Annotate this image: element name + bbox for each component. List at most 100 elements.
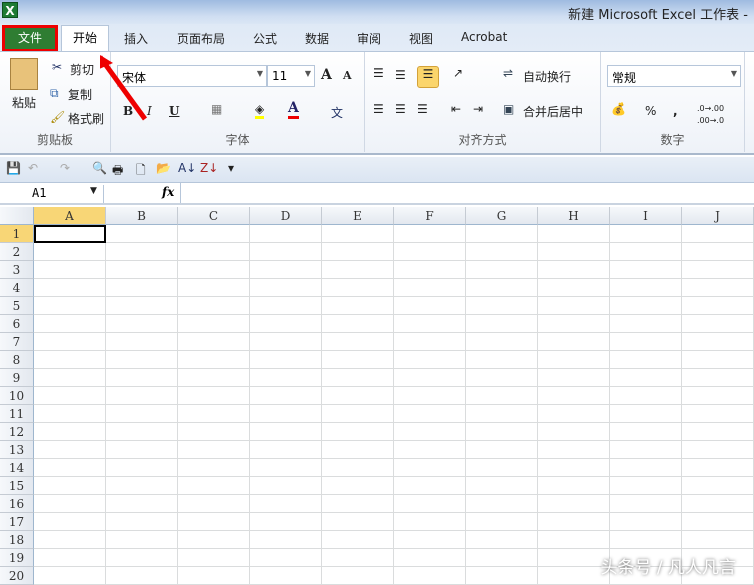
row-header-19[interactable]: 19 [0, 549, 34, 567]
customize-qat-icon[interactable]: ▾ [228, 161, 234, 175]
font-label: 字体 [225, 133, 250, 147]
sort-descending-icon[interactable]: Z↓ [200, 161, 218, 175]
font-color-button[interactable]: A [288, 100, 299, 119]
redo-icon[interactable]: ↷ [60, 161, 70, 175]
tab-page-layout[interactable]: 页面布局 [177, 30, 225, 47]
sort-ascending-icon[interactable]: A↓ [178, 161, 196, 175]
alignment-label: 对齐方式 [458, 133, 507, 147]
open-folder-icon[interactable]: 📂 [156, 161, 171, 175]
shrink-font-button[interactable]: A [343, 69, 352, 82]
select-all-corner[interactable] [0, 207, 34, 225]
row-header-10[interactable]: 10 [0, 387, 34, 405]
merge-center-button[interactable]: 合并后居中 [523, 103, 583, 120]
phonetic-button[interactable]: 文 [331, 104, 343, 121]
tab-home[interactable]: 开始 [61, 25, 109, 52]
row-header-8[interactable]: 8 [0, 351, 34, 369]
currency-icon[interactable]: 💰 [611, 102, 626, 116]
column-header-E[interactable]: E [322, 207, 394, 225]
row-header-2[interactable]: 2 [0, 243, 34, 261]
underline-button[interactable]: U [169, 104, 179, 118]
name-box-dropdown-icon[interactable]: ▼ [90, 186, 97, 196]
tab-acrobat[interactable]: Acrobat [461, 30, 507, 44]
row-header-18[interactable]: 18 [0, 531, 34, 549]
tab-formulas[interactable]: 公式 [253, 30, 277, 47]
column-header-H[interactable]: H [538, 207, 610, 225]
percent-button[interactable]: % [645, 104, 656, 118]
number-format-value: 常规 [612, 71, 637, 85]
save-icon[interactable]: 💾 [6, 161, 21, 175]
column-header-I[interactable]: I [610, 207, 682, 225]
formula-input[interactable] [180, 183, 754, 203]
wrap-text-icon: ⇌ [503, 66, 514, 80]
paste-button[interactable]: 粘贴 [12, 94, 36, 111]
red-arrow-annotation [100, 55, 148, 121]
row-header-12[interactable]: 12 [0, 423, 34, 441]
merge-icon: ▣ [503, 102, 515, 116]
format-painter-button[interactable]: 格式刷 [68, 110, 104, 127]
tab-insert[interactable]: 插入 [124, 30, 148, 47]
align-right-icon[interactable]: ☰ [417, 102, 428, 116]
column-header-D[interactable]: D [250, 207, 322, 225]
row-header-7[interactable]: 7 [0, 333, 34, 351]
row-header-11[interactable]: 11 [0, 405, 34, 423]
print-preview-icon[interactable]: 🔍 [92, 161, 107, 175]
column-header-A[interactable]: A [34, 207, 106, 225]
row-header-14[interactable]: 14 [0, 459, 34, 477]
insert-function-button[interactable]: fx [162, 185, 174, 199]
align-top-icon[interactable]: ☰ [373, 66, 384, 80]
increase-decimal-button[interactable]: .0→.00 [697, 104, 724, 113]
decrease-decimal-button[interactable]: .00→.0 [697, 116, 724, 125]
row-header-6[interactable]: 6 [0, 315, 34, 333]
paste-icon[interactable] [10, 58, 38, 90]
worksheet-grid[interactable]: A B C D E F G H I J 1 2 3 4 5 6 7 8 9 10 11 12 13 14 15 16 17 18 19 2… [0, 207, 754, 585]
align-middle-icon[interactable]: ☰ [395, 68, 406, 82]
number-group: 常规 ▼ 💰 % , .0→.00 .00→.0 数字 [601, 52, 745, 152]
align-left-icon[interactable]: ☰ [373, 102, 384, 116]
column-header-C[interactable]: C [178, 207, 250, 225]
row-header-4[interactable]: 4 [0, 279, 34, 297]
cut-button[interactable]: 剪切 [70, 61, 94, 78]
gridline [34, 404, 754, 405]
column-header-G[interactable]: G [466, 207, 538, 225]
number-format-select[interactable]: 常规 ▼ [607, 65, 741, 87]
gridline [34, 242, 754, 243]
alignment-group: ☰ ☰ ☰ ↗ ⇌ 自动换行 ☰ ☰ ☰ ⇤ ⇥ ▣ 合并后居中 对齐方式 [365, 52, 601, 152]
column-header-J[interactable]: J [682, 207, 754, 225]
new-file-icon[interactable]: 🗋 [136, 161, 146, 182]
row-header-1[interactable]: 1 [0, 225, 34, 243]
tab-view[interactable]: 视图 [409, 30, 433, 47]
tab-review[interactable]: 审阅 [357, 30, 381, 47]
wrap-text-button[interactable]: 自动换行 [523, 68, 571, 85]
orientation-icon[interactable]: ↗ [453, 66, 463, 80]
tab-data[interactable]: 数据 [305, 30, 329, 47]
column-header-F[interactable]: F [394, 207, 466, 225]
row-header-9[interactable]: 9 [0, 369, 34, 387]
gridline [34, 296, 754, 297]
font-size-select[interactable]: 11 ▼ [267, 65, 315, 87]
fill-color-icon[interactable]: ◈ [255, 102, 265, 119]
align-center-icon[interactable]: ☰ [395, 102, 406, 116]
border-icon[interactable]: ▦ [211, 102, 222, 116]
print-icon[interactable]: 🖶 [112, 161, 123, 182]
decrease-indent-icon[interactable]: ⇤ [451, 102, 461, 116]
align-bottom-icon[interactable]: ☰ [417, 66, 439, 88]
grow-font-button[interactable]: A [321, 67, 332, 83]
tab-file[interactable]: 文件 [2, 25, 58, 52]
copy-button[interactable]: 复制 [68, 86, 92, 103]
row-header-5[interactable]: 5 [0, 297, 34, 315]
gridline [34, 440, 754, 441]
row-header-13[interactable]: 13 [0, 441, 34, 459]
column-header-B[interactable]: B [106, 207, 178, 225]
row-header-15[interactable]: 15 [0, 477, 34, 495]
row-header-20[interactable]: 20 [0, 567, 34, 585]
row-header-17[interactable]: 17 [0, 513, 34, 531]
comma-button[interactable]: , [673, 104, 678, 118]
active-cell-cursor[interactable] [34, 225, 106, 243]
excel-app-icon[interactable]: X [2, 2, 18, 18]
name-box[interactable]: A1 [0, 185, 104, 203]
brush-icon: 🖌 [50, 110, 66, 124]
undo-icon[interactable]: ↶ [28, 161, 38, 175]
row-header-16[interactable]: 16 [0, 495, 34, 513]
row-header-3[interactable]: 3 [0, 261, 34, 279]
increase-indent-icon[interactable]: ⇥ [473, 102, 483, 116]
